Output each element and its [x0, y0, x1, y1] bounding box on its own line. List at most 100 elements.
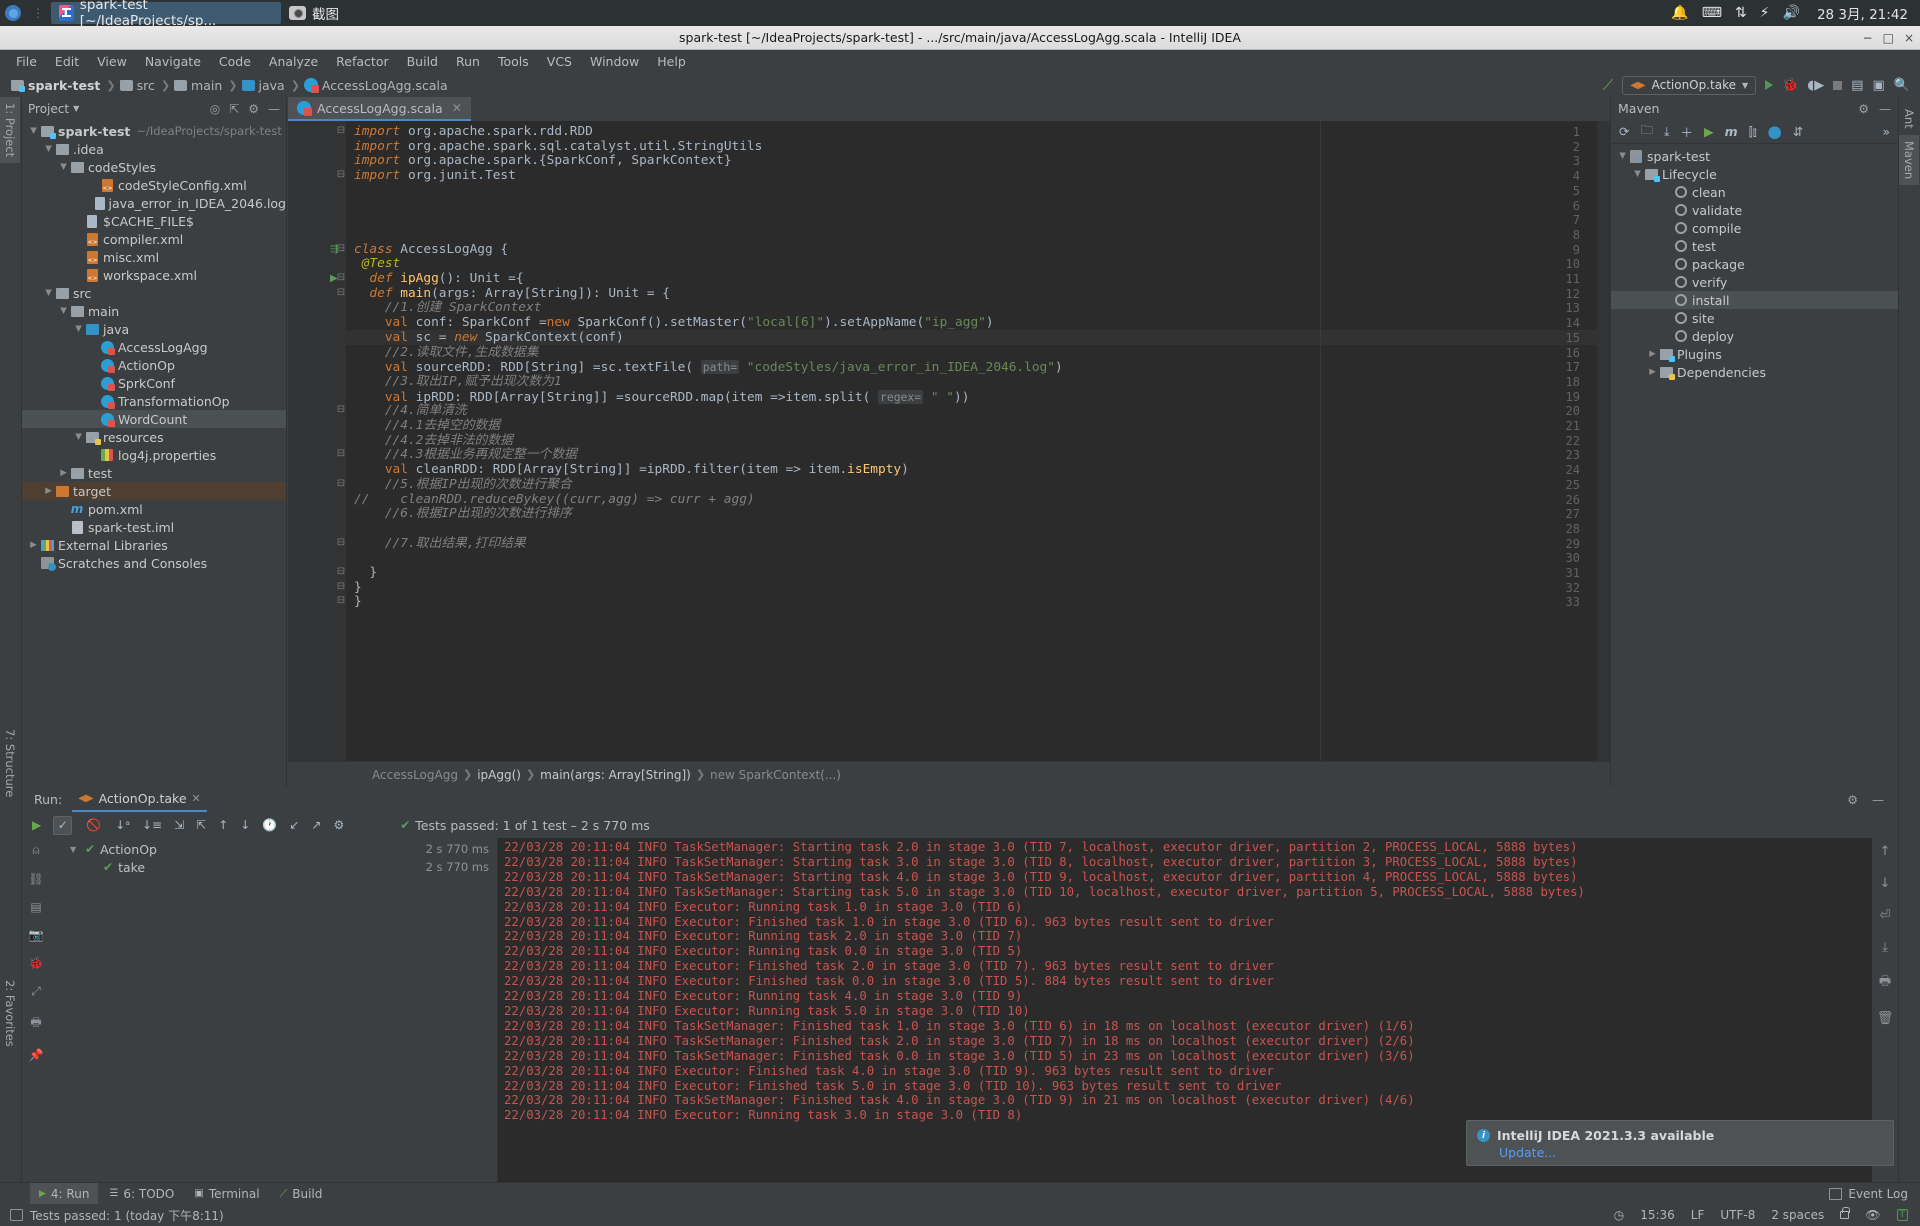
file-encoding[interactable]: UTF-8 — [1720, 1208, 1755, 1222]
code-line[interactable]: } — [354, 580, 362, 596]
code-fold-toggle[interactable]: ⊟ — [336, 169, 346, 180]
history-icon[interactable]: 🕐 — [262, 818, 277, 832]
code-line[interactable]: } — [354, 595, 362, 610]
editor-tab-accesslogagg[interactable]: AccessLogAgg.scala ✕ — [288, 97, 471, 121]
tree-node-misc-xml[interactable]: misc.xml — [22, 248, 286, 266]
add-icon[interactable]: ＋ — [1681, 122, 1694, 141]
clear-all-icon[interactable]: 🗑 — [1877, 1011, 1894, 1026]
scroll-up-icon[interactable]: ↑ — [1880, 844, 1891, 859]
export-tests-icon[interactable]: ↗ — [311, 818, 321, 832]
tree-node-codestyleconfig-xml[interactable]: codeStyleConfig.xml — [22, 176, 286, 194]
sidebar-item-structure[interactable]: 7: Structure — [0, 723, 20, 803]
code-line[interactable]: //4.2去掉非法的数据 — [354, 433, 513, 449]
rerun-icon[interactable]: ▶ — [32, 818, 41, 832]
code-fold-toggle[interactable]: ⊟ — [336, 581, 346, 592]
tree-node-spark-test-iml[interactable]: spark-test.iml — [22, 518, 286, 536]
menu-analyze[interactable]: Analyze — [261, 52, 326, 71]
code-fold-toggle[interactable]: ⊟ — [336, 595, 346, 606]
tree-node-src[interactable]: ▼ src — [22, 284, 286, 302]
maven-node-clean[interactable]: clean — [1611, 183, 1898, 201]
code-line[interactable]: import org.apache.spark.{SparkConf, Spar… — [354, 154, 732, 169]
test-results-tree[interactable]: ▼ ✔ ActionOp 2 s 770 ms ✔ take 2 s 770 ms — [50, 838, 498, 1200]
minimize-icon[interactable]: − — [1863, 31, 1873, 45]
expand-all-icon[interactable]: ⇲ — [174, 818, 184, 832]
close-icon[interactable]: ✕ — [452, 101, 462, 115]
tool-window-terminal[interactable]: ▣ Terminal — [185, 1183, 268, 1205]
tree-node-cache-file[interactable]: $CACHE_FILE$ — [22, 212, 286, 230]
tree-node-workspace-xml[interactable]: workspace.xml — [22, 266, 286, 284]
collapse-all-icon[interactable]: ⇱ — [196, 818, 206, 832]
code-line[interactable]: val sc = new SparkContext(conf) — [354, 330, 624, 346]
chevron-down-icon[interactable]: ▼ — [58, 162, 69, 172]
maximize-icon[interactable]: □ — [1883, 31, 1894, 45]
code-line[interactable]: import org.apache.spark.sql.catalyst.uti… — [354, 139, 762, 155]
menu-code[interactable]: Code — [211, 52, 259, 71]
code-fold-toggle[interactable]: ⊟ — [336, 537, 346, 548]
print-icon[interactable]: 🖶 — [1879, 972, 1891, 994]
maven-node-site[interactable]: site — [1611, 309, 1898, 327]
code-line[interactable]: def ipAgg(): Unit ={ — [354, 271, 523, 287]
notification-action-link[interactable]: Update... — [1477, 1145, 1883, 1160]
chevron-right-icon[interactable]: ▶ — [1647, 349, 1658, 359]
breadcrumb-method-main[interactable]: main(args: Array[String]) — [540, 768, 691, 782]
download-sources-icon[interactable]: ⤓ — [1664, 124, 1670, 140]
import-tests-icon[interactable]: ↙ — [289, 818, 299, 832]
lock-icon[interactable] — [1840, 1207, 1851, 1219]
chevron-down-icon[interactable]: ▼ — [70, 845, 80, 854]
sidebar-item-ant[interactable]: Ant — [1899, 103, 1919, 135]
tree-node-spark-test[interactable]: ▼ spark-test ~/IdeaProjects/spark-test — [22, 122, 286, 140]
tree-node-external-libraries[interactable]: ▶ External Libraries — [22, 536, 286, 554]
code-line[interactable]: //6.根据IP出现的次数进行排序 — [354, 506, 572, 522]
tree-node-java[interactable]: ▼ java — [22, 320, 286, 338]
tree-node-resources[interactable]: ▼ resources — [22, 428, 286, 446]
show-ignored-icon[interactable]: 🚫 — [84, 816, 103, 835]
event-log-button[interactable]: Event Log — [1829, 1187, 1920, 1201]
code-line[interactable]: def main(args: Array[String]): Unit = { — [354, 286, 670, 302]
run-configuration-selector[interactable]: ◀▶ ActionOp.take ▼ — [1622, 75, 1757, 95]
breadcrumb-class[interactable]: AccessLogAgg — [372, 768, 458, 782]
debug-icon[interactable]: 🐞 — [1782, 78, 1798, 93]
code-fold-toggle[interactable]: ⊟ — [336, 272, 346, 283]
expand-icon[interactable]: ⤢ — [31, 984, 41, 999]
code-line[interactable]: //5.根据IP出现的次数进行聚合 — [354, 477, 572, 493]
code-line[interactable]: // cleanRDD.reduceBykey((curr,agg) => cu… — [354, 492, 755, 508]
code-fold-toggle[interactable]: ⊟ — [336, 404, 346, 415]
maven-node-lifecycle[interactable]: ▼ Lifecycle — [1611, 165, 1898, 183]
run-icon[interactable] — [1765, 80, 1774, 90]
network-icon[interactable]: ⇅ — [1735, 6, 1747, 20]
tree-node-accesslogagg[interactable]: AccessLogAgg — [22, 338, 286, 356]
sidebar-item-project[interactable]: 1: Project — [0, 97, 20, 164]
tree-node-wordcount[interactable]: WordCount — [22, 410, 286, 428]
tree-node-compiler-xml[interactable]: compiler.xml — [22, 230, 286, 248]
tree-node-codestyles[interactable]: ▼ codeStyles — [22, 158, 286, 176]
test-row-actionop[interactable]: ▼ ✔ ActionOp 2 s 770 ms — [50, 840, 497, 858]
menu-vcs[interactable]: VCS — [539, 52, 580, 71]
debugger-icon[interactable]: ⍝ — [32, 843, 39, 858]
settings-icon[interactable]: ⚙ — [1858, 102, 1869, 116]
tree-node-actionop[interactable]: ActionOp — [22, 356, 286, 374]
code-line[interactable]: import org.junit.Test — [354, 168, 516, 184]
maven-node-test[interactable]: test — [1611, 237, 1898, 255]
hide-icon[interactable]: — — [1872, 793, 1884, 807]
chevron-right-icon[interactable]: ▶ — [1647, 367, 1658, 377]
chevron-down-icon[interactable]: ▼ — [1617, 151, 1628, 161]
code-fold-toggle[interactable]: ⊟ — [336, 566, 346, 577]
locate-icon[interactable]: ◎ — [210, 102, 220, 116]
code-line[interactable]: //4.3根据业务再规定整一个数据 — [354, 448, 577, 463]
breadcrumb-src[interactable]: src — [117, 77, 160, 94]
sort-by-duration-icon[interactable]: ↓≡ — [142, 818, 162, 832]
breadcrumb-spark-test[interactable]: spark-test — [8, 77, 105, 94]
tree-node-transformationop[interactable]: TransformationOp — [22, 392, 286, 410]
volume-icon[interactable]: 🔊 — [1783, 6, 1800, 20]
project-structure-icon[interactable]: ▤ — [1851, 78, 1863, 93]
chevron-right-icon[interactable]: ▶ — [58, 468, 69, 478]
translate-icon[interactable]: T — [1896, 1209, 1908, 1221]
camera-icon[interactable]: 📷 — [29, 928, 44, 942]
power-icon[interactable]: ⚡ — [1760, 6, 1770, 20]
menu-run[interactable]: Run — [448, 52, 488, 71]
project-tree[interactable]: ▼ spark-test ~/IdeaProjects/spark-test ▼ .id… — [22, 120, 286, 787]
next-test-icon[interactable]: ↓ — [240, 818, 250, 832]
chevron-down-icon[interactable]: ▼ — [43, 144, 54, 154]
chevron-down-icon[interactable]: ▼ — [73, 432, 84, 442]
run-tab-actionop-take[interactable]: ◀▶ ActionOp.take ✕ — [72, 787, 207, 812]
